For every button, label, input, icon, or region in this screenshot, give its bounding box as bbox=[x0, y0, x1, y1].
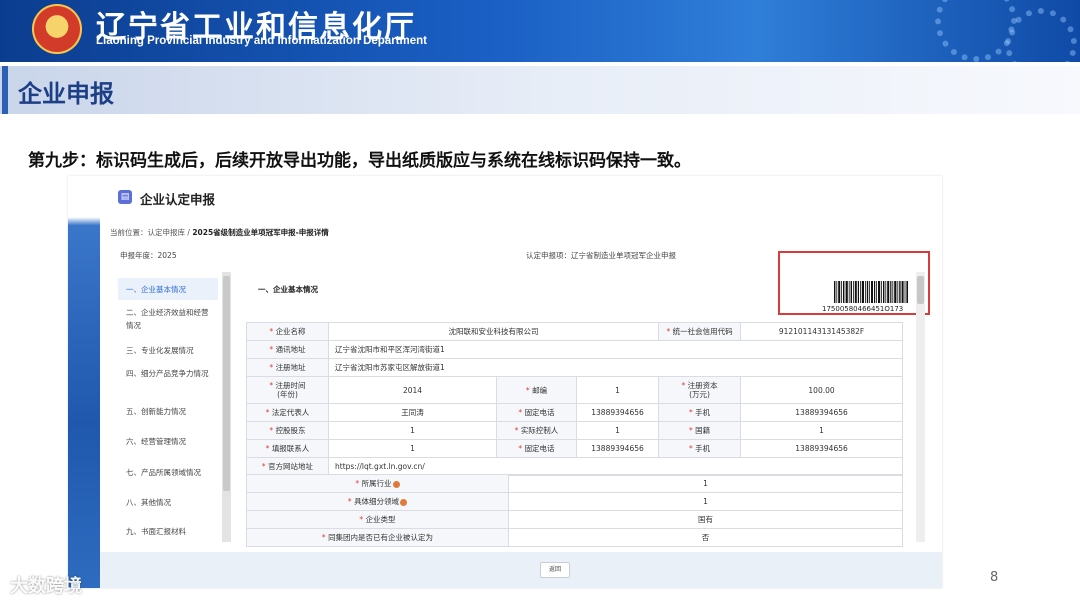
postcode-value: 1 bbox=[575, 376, 660, 404]
contact-person-value: 1 bbox=[328, 439, 497, 458]
field-label: * 注册资本 (万元) bbox=[658, 376, 742, 404]
field-label: * 邮编 bbox=[496, 376, 577, 404]
field-label: * 注册时间 (年份) bbox=[246, 376, 329, 404]
nav-item-written-report[interactable]: 九、书面汇报材料 bbox=[126, 525, 212, 538]
document-icon: ▤ bbox=[118, 190, 132, 204]
step-instruction: 第九步：标识码生成后，后续开放导出功能，导出纸质版应与系统在线标识码保持一致。 bbox=[28, 151, 691, 171]
table-row: * 法定代表人 王同涛 * 固定电话 13889394656 * 手机 1388… bbox=[246, 403, 904, 422]
website-value[interactable]: https://lqt.gxt.ln.gov.cn/ bbox=[327, 457, 904, 476]
table-row: * 通讯地址 辽宁省沈阳市和平区浑河湾街道1 bbox=[246, 340, 904, 359]
section-nav: 一、企业基本情况 二、企业经济效益和经营情况 三、专业化发展情况 四、细分产品竞… bbox=[118, 272, 222, 542]
nav-item-basic-info[interactable]: 一、企业基本情况 bbox=[126, 283, 212, 296]
field-label: * 企业类型 bbox=[246, 510, 509, 529]
field-label: * 手机 bbox=[658, 439, 742, 458]
field-label: * 控股股东 bbox=[246, 421, 329, 440]
field-label: * 注册地址 bbox=[246, 358, 329, 377]
table-row: * 具体细分领域 1 bbox=[246, 492, 903, 511]
table-row: * 所属行业 1 bbox=[246, 474, 903, 493]
registration-year-value: 2014 bbox=[328, 376, 497, 404]
legal-representative-value: 王同涛 bbox=[328, 403, 497, 422]
holding-shareholder-value: 1 bbox=[328, 421, 497, 440]
field-label: * 手机 bbox=[658, 403, 742, 422]
field-label: * 通讯地址 bbox=[246, 340, 329, 359]
app-title: 企业认定申报 bbox=[140, 192, 216, 207]
field-label: * 实际控制人 bbox=[496, 421, 577, 440]
table-row: * 企业类型 国有 bbox=[246, 510, 903, 529]
table-row: * 控股股东 1 * 实际控制人 1 * 国籍 1 bbox=[246, 421, 904, 440]
content-heading: 一、企业基本情况 bbox=[258, 285, 318, 294]
field-label: * 所属行业 bbox=[246, 474, 509, 493]
report-year: 申报年度：2025 bbox=[120, 251, 177, 260]
contact-mobile-value: 13889394656 bbox=[740, 439, 904, 458]
nav-scrollbar-thumb[interactable] bbox=[223, 276, 230, 491]
company-name-value: 沈阳联和安业科技有限公司 bbox=[327, 322, 660, 341]
credit-code-value: 91210114313145382F bbox=[740, 322, 904, 341]
field-label: * 填报联系人 bbox=[246, 439, 329, 458]
nav-item-other[interactable]: 八、其他情况 bbox=[126, 496, 212, 509]
nav-scrollbar[interactable] bbox=[222, 272, 231, 542]
section-bar: 企业申报 bbox=[0, 66, 1080, 114]
nav-item-product-competitiveness[interactable]: 四、细分产品竞争力情况 bbox=[126, 367, 212, 380]
header-banner: 辽宁省工业和信息化厅 Liaoning Provincial Industry … bbox=[0, 0, 1080, 62]
basic-info-table: * 企业名称 沈阳联和安业科技有限公司 * 统一社会信用代码 912101143… bbox=[246, 322, 904, 476]
gear-decoration-icon bbox=[935, 0, 1017, 62]
content-scrollbar[interactable] bbox=[916, 272, 925, 542]
field-label: * 具体细分领域 bbox=[246, 492, 509, 511]
help-icon[interactable] bbox=[392, 480, 400, 488]
left-decoration bbox=[68, 176, 100, 588]
table-row: * 企业名称 沈阳联和安业科技有限公司 * 统一社会信用代码 912101143… bbox=[246, 322, 904, 341]
page-number: 8 bbox=[990, 570, 999, 585]
nav-item-specialization[interactable]: 三、专业化发展情况 bbox=[126, 344, 212, 357]
table-row: * 官方网站地址 https://lqt.gxt.ln.gov.cn/ bbox=[246, 457, 904, 476]
registered-capital-value: 100.00 bbox=[740, 376, 904, 404]
registered-address-value: 辽宁省沈阳市苏家屯区解放街道1 bbox=[327, 358, 904, 377]
field-label: * 国籍 bbox=[658, 421, 742, 440]
industry-value: 1 bbox=[508, 474, 903, 493]
content-scrollbar-thumb[interactable] bbox=[917, 276, 924, 304]
table-row: * 注册时间 (年份) 2014 * 邮编 1 * 注册资本 (万元) 100.00 bbox=[246, 376, 904, 404]
group-recognized-value: 否 bbox=[508, 528, 903, 547]
barcode-highlight-box: 17500580466451O173 bbox=[778, 251, 930, 315]
mail-address-value: 辽宁省沈阳市和平区浑河湾街道1 bbox=[327, 340, 904, 359]
field-label: * 固定电话 bbox=[496, 403, 577, 422]
report-category: 认定申报项：辽宁省制造业单项冠军企业申报 bbox=[526, 251, 676, 260]
mobile-value: 13889394656 bbox=[740, 403, 904, 422]
watermark: 大数跨境 bbox=[10, 576, 82, 597]
nationality-value: 1 bbox=[740, 421, 904, 440]
table-row: * 注册地址 辽宁省沈阳市苏家屯区解放街道1 bbox=[246, 358, 904, 377]
subfield-value: 1 bbox=[508, 492, 903, 511]
nav-item-economic[interactable]: 二、企业经济效益和经营情况 bbox=[126, 306, 212, 332]
table-row: * 填报联系人 1 * 固定电话 13889394656 * 手机 138893… bbox=[246, 439, 904, 458]
nav-item-product-field[interactable]: 七、产品所属领域情况 bbox=[126, 466, 212, 479]
field-label: * 企业名称 bbox=[246, 322, 329, 341]
nav-item-management[interactable]: 六、经营管理情况 bbox=[126, 435, 212, 448]
barcode-icon bbox=[834, 281, 908, 303]
company-type-value: 国有 bbox=[508, 510, 903, 529]
national-emblem-icon bbox=[32, 4, 82, 54]
breadcrumb-prefix[interactable]: 当前位置：认定申报库 / bbox=[110, 228, 190, 237]
nav-item-innovation[interactable]: 五、创新能力情况 bbox=[126, 405, 212, 418]
contact-phone-value: 13889394656 bbox=[575, 439, 660, 458]
section-title: 企业申报 bbox=[18, 80, 114, 108]
field-label: * 官方网站地址 bbox=[246, 457, 329, 476]
field-label: * 同集团内是否已有企业被认定为 bbox=[246, 528, 509, 547]
actual-controller-value: 1 bbox=[575, 421, 660, 440]
section-accent bbox=[2, 66, 8, 114]
footer-bar: 返回 bbox=[100, 552, 942, 588]
field-label: * 统一社会信用代码 bbox=[658, 322, 742, 341]
phone-value: 13889394656 bbox=[575, 403, 660, 422]
table-row: * 同集团内是否已有企业被认定为 否 bbox=[246, 528, 903, 547]
breadcrumb-current: 2025省级制造业单项冠军申报-申报详情 bbox=[192, 228, 329, 237]
barcode-number: 17500580466451O173 bbox=[822, 305, 904, 313]
industry-info-table: * 所属行业 1 * 具体细分领域 1 * 企业类型 国有 * 同集团内是否已有… bbox=[246, 474, 903, 547]
banner-subtitle: Liaoning Provincial Industry and Informa… bbox=[96, 35, 427, 47]
field-label: * 固定电话 bbox=[496, 439, 577, 458]
help-icon[interactable] bbox=[400, 498, 408, 506]
breadcrumb: 当前位置：认定申报库 / 2025省级制造业单项冠军申报-申报详情 bbox=[110, 227, 329, 238]
back-button[interactable]: 返回 bbox=[540, 562, 570, 578]
app-screenshot: ▤ 企业认定申报 当前位置：认定申报库 / 2025省级制造业单项冠军申报-申报… bbox=[68, 176, 942, 588]
field-label: * 法定代表人 bbox=[246, 403, 329, 422]
